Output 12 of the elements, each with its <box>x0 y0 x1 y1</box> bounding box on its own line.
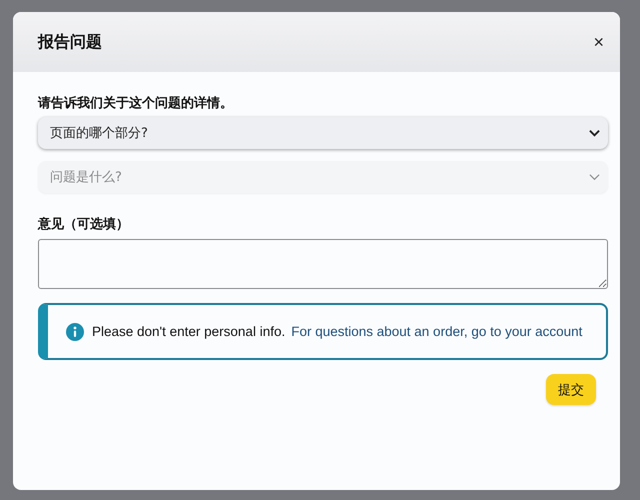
account-link[interactable]: For questions about an order, go to your account <box>291 324 582 339</box>
submit-button[interactable]: 提交 <box>546 374 596 405</box>
chevron-down-icon <box>589 129 600 137</box>
dialog-title: 报告问题 <box>38 32 102 52</box>
notice-text: Please don't enter personal info. <box>92 324 286 339</box>
close-button[interactable]: × <box>589 33 608 51</box>
info-icon <box>66 322 84 340</box>
dropdown[interactable]: 页面的哪个部分? <box>38 117 608 149</box>
field-label: 意见（可选填） <box>38 216 130 233</box>
form-label: 请告诉我们关于这个问题的详情。 <box>38 94 234 112</box>
chevron-down-icon <box>589 173 600 181</box>
comment-field[interactable] <box>38 239 608 289</box>
